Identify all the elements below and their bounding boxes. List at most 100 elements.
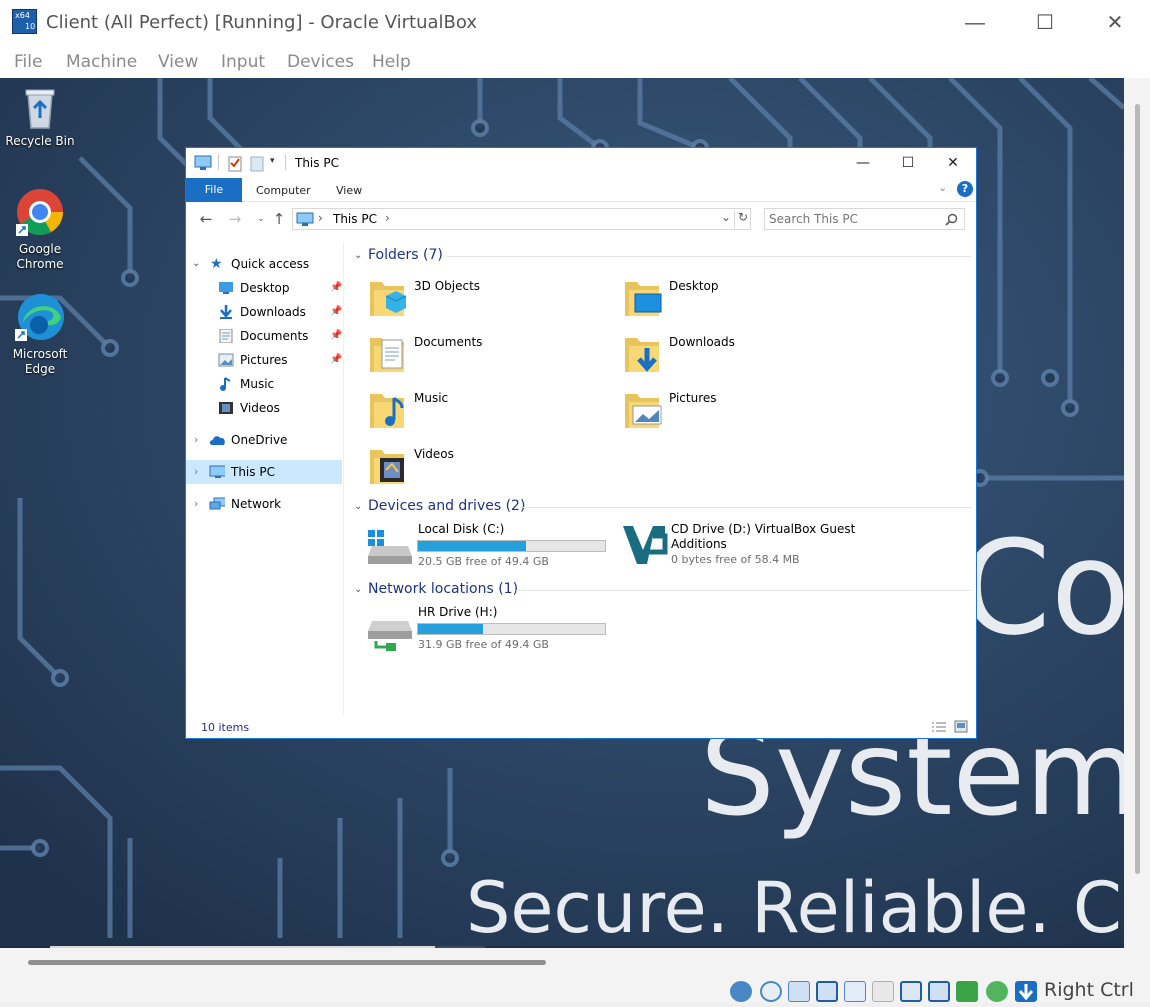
menu-view[interactable]: View — [158, 52, 198, 72]
pin-icon[interactable]: 📌 — [330, 300, 342, 324]
explorer-close-button[interactable]: ✕ — [933, 151, 973, 175]
edge-icon — [15, 294, 64, 341]
folder-3d-objects[interactable]: 3D Objects — [368, 276, 618, 326]
recycle-bin-icon — [25, 89, 55, 129]
ribbon-computer-tab[interactable]: Computer — [256, 184, 311, 197]
ribbon-view-tab[interactable]: View — [336, 184, 362, 197]
shared-folders-icon[interactable] — [872, 981, 894, 1002]
horizontal-scrollbar-thumb[interactable] — [28, 960, 546, 965]
cpu-activity-icon[interactable] — [956, 981, 978, 1002]
vertical-scrollbar[interactable] — [1128, 78, 1146, 948]
menu-machine[interactable]: Machine — [66, 52, 137, 72]
music-folder-icon — [370, 394, 404, 428]
explorer-maximize-button[interactable]: ☐ — [888, 151, 928, 175]
new-folder-icon[interactable] — [250, 154, 264, 172]
pin-icon[interactable]: 📌 — [330, 276, 342, 300]
properties-icon[interactable] — [228, 154, 242, 172]
folder-label: Pictures — [669, 391, 717, 405]
expanded-chevron-icon[interactable]: ⌄ — [192, 252, 200, 276]
nav-music[interactable]: Music — [218, 372, 342, 396]
pin-icon[interactable]: 📌 — [330, 348, 342, 372]
group-divider — [446, 256, 971, 257]
file-explorer-window[interactable]: ▾ This PC — ☐ ✕ File Computer View ⌄ ? ←… — [185, 147, 977, 739]
hard-disk-activity-icon[interactable] — [730, 981, 752, 1002]
nav-onedrive[interactable]: › OneDrive — [192, 428, 342, 452]
nav-downloads[interactable]: Downloads 📌 — [218, 300, 342, 324]
desktop-icon — [219, 282, 233, 294]
audio-icon[interactable] — [788, 981, 810, 1002]
down-arrow-icon — [1018, 984, 1034, 1001]
ribbon-file-tab[interactable]: File — [186, 178, 242, 202]
network-drive-hr-h[interactable]: HR Drive (H:) 31.9 GB free of 49.4 GB — [366, 605, 611, 655]
nav-pictures[interactable]: Pictures 📌 — [218, 348, 342, 372]
keyboard-capture-icon[interactable] — [1015, 981, 1037, 1002]
folder-music[interactable]: Music — [368, 388, 618, 438]
refresh-icon[interactable]: ↻ — [734, 210, 751, 228]
details-view-icon[interactable] — [931, 721, 947, 733]
close-button[interactable]: ✕ — [1100, 9, 1130, 37]
desktop-icon-recycle-bin[interactable]: Recycle Bin — [4, 86, 76, 149]
folder-desktop[interactable]: Desktop — [623, 276, 873, 326]
explorer-minimize-button[interactable]: — — [843, 151, 883, 175]
optical-drive-icon[interactable] — [760, 981, 782, 1002]
help-button[interactable]: ? — [957, 181, 973, 197]
address-dropdown-chevron-icon[interactable]: ⌄ — [721, 210, 731, 224]
desktop-icon-edge[interactable]: Microsoft Edge — [4, 293, 76, 377]
forward-arrow-icon[interactable]: → — [226, 210, 244, 228]
drive-cd-d[interactable]: CD Drive (D:) VirtualBox Guest Additions… — [619, 522, 949, 572]
nav-desktop-label: Desktop — [240, 281, 290, 295]
recording-icon[interactable] — [928, 981, 950, 1002]
videos-folder-icon — [370, 450, 404, 484]
drive-name: HR Drive (H:) — [418, 605, 498, 619]
network-group-title[interactable]: Network locations (1) — [368, 581, 518, 597]
group-collapse-chevron-icon[interactable]: ⌄ — [354, 250, 362, 261]
large-icons-view-icon[interactable] — [954, 720, 968, 734]
collapsed-chevron-icon[interactable]: › — [194, 428, 198, 452]
pin-icon[interactable]: 📌 — [330, 324, 342, 348]
recent-locations-chevron-icon[interactable]: ⌄ — [252, 210, 270, 228]
menu-help[interactable]: Help — [372, 52, 411, 72]
group-collapse-chevron-icon[interactable]: ⌄ — [354, 501, 362, 512]
virtualbox-logo-icon: x64 10 — [12, 9, 37, 34]
devices-group-title[interactable]: Devices and drives (2) — [368, 498, 525, 514]
usb-icon[interactable] — [844, 981, 866, 1002]
folder-downloads[interactable]: Downloads — [623, 332, 873, 382]
address-bar[interactable]: › This PC › ⌄ ↻ — [292, 208, 751, 230]
search-box[interactable] — [764, 208, 965, 230]
folder-pictures[interactable]: Pictures — [623, 388, 873, 438]
up-arrow-icon[interactable]: ↑ — [270, 210, 288, 228]
minimize-button[interactable]: — — [960, 9, 990, 37]
nav-quick-access[interactable]: ⌄ ★ Quick access — [192, 252, 342, 276]
menu-input[interactable]: Input — [221, 52, 265, 72]
search-input[interactable] — [769, 211, 939, 227]
menu-file[interactable]: File — [14, 52, 42, 72]
maximize-button[interactable]: ☐ — [1030, 9, 1060, 37]
nav-documents[interactable]: Documents 📌 — [218, 324, 342, 348]
horizontal-scrollbar[interactable] — [0, 948, 1124, 972]
folders-group-title[interactable]: Folders (7) — [368, 247, 443, 263]
folder-label: Videos — [414, 447, 454, 461]
videos-icon — [219, 402, 233, 414]
folder-videos[interactable]: Videos — [368, 444, 618, 494]
mouse-integration-icon[interactable] — [986, 981, 1008, 1002]
desktop-icon-chrome[interactable]: Google Chrome — [4, 188, 76, 272]
address-location[interactable]: This PC — [333, 212, 377, 226]
menu-devices[interactable]: Devices — [287, 52, 354, 72]
nav-network[interactable]: › Network — [192, 492, 342, 516]
nav-this-pc[interactable]: › This PC — [192, 460, 342, 484]
nav-videos[interactable]: Videos — [218, 396, 342, 420]
customize-quick-access-icon[interactable]: ▾ — [270, 156, 275, 166]
nav-desktop[interactable]: Desktop 📌 — [218, 276, 342, 300]
display-icon[interactable] — [900, 981, 922, 1002]
drive-free-space: 0 bytes free of 58.4 MB — [671, 553, 800, 566]
back-arrow-icon[interactable]: ← — [197, 210, 215, 228]
expand-ribbon-chevron-icon[interactable]: ⌄ — [938, 181, 947, 194]
drive-local-disk-c[interactable]: Local Disk (C:) 20.5 GB free of 49.4 GB — [366, 522, 611, 572]
folder-documents[interactable]: Documents — [368, 332, 618, 382]
vertical-scrollbar-thumb[interactable] — [1135, 104, 1140, 874]
collapsed-chevron-icon[interactable]: › — [194, 460, 198, 484]
collapsed-chevron-icon[interactable]: › — [194, 492, 198, 516]
network-adapter-icon[interactable] — [816, 981, 838, 1002]
recycle-bin-label: Recycle Bin — [5, 134, 75, 148]
group-collapse-chevron-icon[interactable]: ⌄ — [354, 584, 362, 595]
